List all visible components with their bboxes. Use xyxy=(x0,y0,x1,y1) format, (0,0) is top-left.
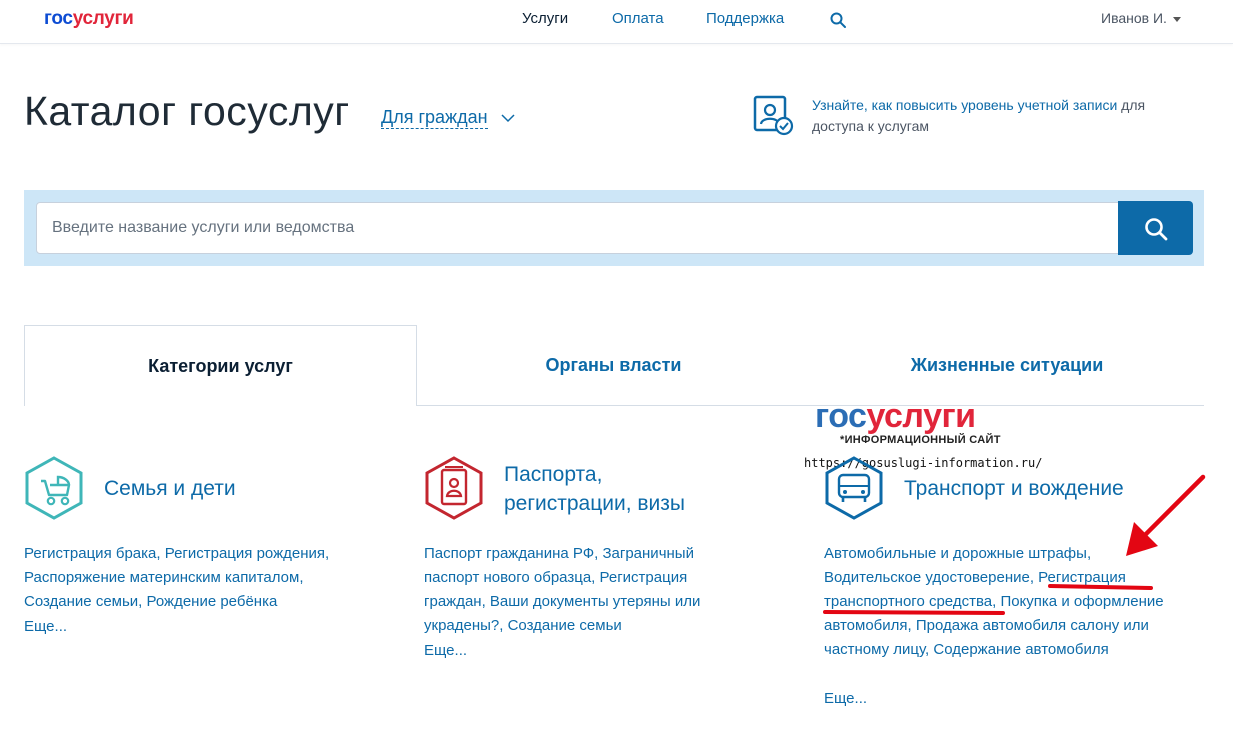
tab-life-situations[interactable]: Жизненные ситуации xyxy=(810,325,1204,406)
account-upgrade-hint: Узнайте, как повысить уровень учетной за… xyxy=(812,95,1192,137)
category-transport-links: Автомобильные и дорожные штрафы, Водител… xyxy=(824,545,1164,658)
link-maternity-capital[interactable]: Распоряжение материнским капиталом xyxy=(24,569,299,586)
account-check-icon xyxy=(753,95,794,136)
nav-support[interactable]: Поддержка xyxy=(706,10,784,27)
search-panel xyxy=(24,190,1204,266)
category-family-links: Регистрация брака, Регистрация рождения,… xyxy=(24,545,330,610)
nav-services[interactable]: Услуги xyxy=(522,10,568,27)
logo-part-uslugi: услуги xyxy=(72,8,134,29)
page-title: Каталог госуслуг xyxy=(24,88,350,134)
audience-selector[interactable]: Для граждан xyxy=(381,106,488,129)
tabs-divider xyxy=(417,405,1204,406)
category-passports-more-link[interactable]: Еще... xyxy=(424,642,467,659)
link-rf-passport[interactable]: Паспорт гражданина РФ xyxy=(424,545,594,562)
category-family-more-link[interactable]: Еще... xyxy=(24,618,67,635)
category-passports-title-line1: Паспорта, xyxy=(504,463,603,486)
header-search-icon[interactable] xyxy=(829,11,847,29)
user-name: Иванов И. xyxy=(1101,10,1167,26)
link-driver-license[interactable]: Водительское удостоверение xyxy=(824,569,1030,586)
search-icon xyxy=(1145,218,1168,241)
watermark-logo-uslugi: услуги xyxy=(866,397,976,435)
link-road-fines[interactable]: Автомобильные и дорожные штрафы xyxy=(824,545,1087,562)
category-passports-links: Паспорт гражданина РФ, Заграничный паспо… xyxy=(424,545,701,634)
tab-categories[interactable]: Категории услуг xyxy=(24,325,417,406)
user-menu[interactable]: Иванов И. xyxy=(1101,10,1181,26)
watermark-subtitle: *ИНФОРМАЦИОННЫЙ САЙТ xyxy=(840,434,1001,446)
watermark-logo-gos: гос xyxy=(815,397,867,435)
car-icon[interactable] xyxy=(823,455,885,521)
link-birth-registration[interactable]: Регистрация рождения xyxy=(165,545,325,562)
search-button[interactable] xyxy=(1118,201,1193,255)
account-upgrade-link[interactable]: Узнайте, как повысить уровень учетной за… xyxy=(812,97,1117,113)
annotation-arrow-shaft xyxy=(1137,474,1206,543)
category-transport-more-link[interactable]: Еще... xyxy=(824,690,867,707)
search-input[interactable] xyxy=(36,202,1119,254)
category-passports-title-line2: регистрации, визы xyxy=(504,492,685,515)
category-family-title[interactable]: Семья и дети xyxy=(104,474,236,503)
category-passports-title[interactable]: Паспорта, регистрации, визы xyxy=(504,460,685,518)
logo-part-gos: гос xyxy=(44,8,73,29)
chevron-down-icon[interactable] xyxy=(500,112,516,124)
link-car-maintenance[interactable]: Содержание автомобиля xyxy=(933,641,1108,658)
caret-down-icon xyxy=(1172,16,1181,22)
link-family-creation-2[interactable]: Создание семьи xyxy=(508,617,622,634)
nav-payment[interactable]: Оплата xyxy=(612,10,664,27)
watermark-logo: госуслуги xyxy=(815,396,976,436)
link-family-creation[interactable]: Создание семьи xyxy=(24,593,138,610)
category-transport-title[interactable]: Транспорт и вождение xyxy=(904,474,1124,503)
link-marriage-registration[interactable]: Регистрация брака xyxy=(24,545,156,562)
passport-icon[interactable] xyxy=(423,455,485,521)
site-logo[interactable]: госуслуги xyxy=(44,8,134,30)
link-child-birth[interactable]: Рождение ребёнка xyxy=(147,593,278,610)
tab-authorities[interactable]: Органы власти xyxy=(417,325,810,406)
stroller-icon[interactable] xyxy=(23,455,85,521)
top-bar: госуслуги Услуги Оплата Поддержка Иванов… xyxy=(0,0,1233,44)
